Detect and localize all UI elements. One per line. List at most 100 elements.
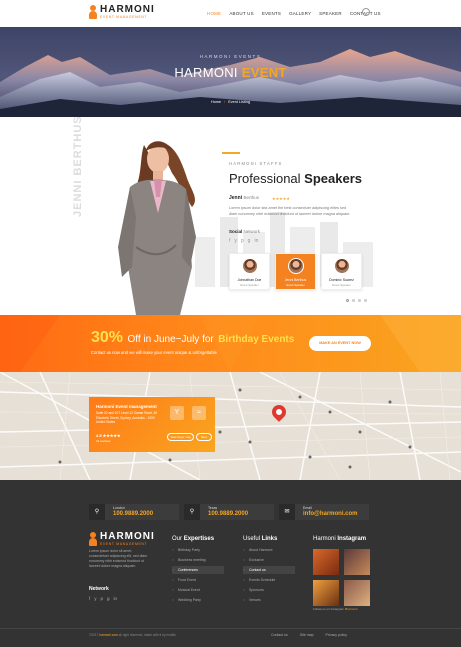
nav-about-us[interactable]: ABOUT US	[229, 11, 254, 16]
instagram-photo[interactable]	[313, 580, 339, 606]
expertise-link[interactable]: Business meeting	[172, 556, 224, 564]
linkedin-icon[interactable]: in	[114, 596, 118, 601]
speaker-card-role: Event Speaker	[240, 283, 259, 287]
nav-speaker[interactable]: SPEAKER	[319, 11, 342, 16]
main-nav: HOME ABOUT US EVENTS GALLERY SPEAKER CON…	[207, 11, 381, 16]
page-banner: HARMONI EVENTS HARMONI EVENT Home / Event …	[0, 27, 461, 117]
useful-links-heading-bold: Links	[261, 536, 278, 542]
contact-phone[interactable]: 100.9889.2000	[113, 511, 153, 517]
footer-link-privacy[interactable]: Privacy policy	[326, 633, 347, 637]
footer-logo[interactable]: HARMONI EVENT MANAGEMENT	[89, 532, 155, 547]
banner-title-prefix: HARMONI	[174, 65, 238, 80]
footer-about-text: Lorem ipsum dolor sit amet, consectetuer…	[89, 549, 148, 568]
promo-highlight: Birthday Events	[218, 334, 295, 345]
speaker-avatar	[333, 258, 350, 274]
social-label-bold: Social	[229, 229, 243, 234]
speaker-card[interactable]: Dominic Suarez Event Speaker	[321, 253, 362, 290]
speaker-avatar	[241, 258, 258, 274]
save-icon[interactable]: ≈	[192, 406, 206, 420]
featured-last-name: Berthus	[243, 195, 259, 200]
pinterest-icon[interactable]: p	[101, 596, 104, 601]
map-card-address: Suite 02 and 107 Level 12 Ocean Road, 60…	[96, 411, 158, 424]
speaker-card-active[interactable]: Jenni Berthus Event Speaker	[275, 253, 316, 290]
brand-logo[interactable]: HARMONI EVENT MANAGEMENT	[89, 5, 155, 20]
google-icon[interactable]: g	[107, 596, 110, 601]
location-icon: ⚲	[89, 504, 105, 520]
nav-gallery[interactable]: GALLERY	[289, 11, 311, 16]
speaker-social-icons: f y p g in	[229, 238, 258, 244]
location-map[interactable]	[0, 372, 461, 480]
google-icon[interactable]: g	[248, 238, 251, 244]
footer-network-heading: Network	[89, 586, 109, 592]
promo-text: Off in June~July for	[127, 334, 214, 345]
expertise-link[interactable]: Musical Event	[172, 586, 224, 594]
youtube-icon[interactable]: y	[94, 596, 96, 601]
footer-social-icons: f y p g in	[89, 596, 117, 601]
carousel-dot[interactable]	[346, 299, 349, 302]
nav-home[interactable]: HOME	[207, 11, 221, 16]
copyright-text: all right reserved, made with ♥ by mobil…	[118, 633, 176, 637]
breadcrumb-home[interactable]: Home	[211, 100, 221, 104]
save-button[interactable]: Save	[196, 433, 212, 441]
facebook-icon[interactable]: f	[229, 238, 230, 244]
instagram-heading-bold: Instagram	[337, 536, 367, 542]
nav-events[interactable]: EVENTS	[262, 11, 281, 16]
useful-link[interactable]: Sponsors	[243, 586, 295, 594]
facebook-icon[interactable]: f	[89, 596, 90, 601]
expertise-link[interactable]: Wedding Party	[172, 596, 224, 604]
directions-icon[interactable]: Y	[170, 406, 184, 420]
speakers-title-light: Professional	[229, 171, 301, 186]
map-streets	[0, 372, 461, 480]
expertise-link-active[interactable]: Conferences	[172, 566, 224, 574]
expertise-link[interactable]: Birthday Party	[172, 546, 224, 554]
promo-percent-sign: %	[108, 329, 124, 346]
expertises-heading-bold: Expertises	[183, 536, 215, 542]
expertise-link[interactable]: Food Event	[172, 576, 224, 584]
speaker-card-role: Event Speaker	[332, 283, 351, 287]
speaker-avatar	[287, 258, 304, 274]
footer-brand-tagline: EVENT MANAGEMENT	[100, 542, 148, 546]
useful-link[interactable]: About Harmoni	[243, 546, 295, 554]
useful-link[interactable]: Exclusive	[243, 556, 295, 564]
rating-stars: ★★★★★	[272, 196, 290, 201]
speakers-section: JENNI BERTHUS HARMONI STAFFS Professiona…	[0, 117, 461, 315]
instagram-photo[interactable]	[313, 549, 339, 575]
promo-headline: 30% Off in June~July for Birthday Events	[91, 329, 294, 347]
contact-phone[interactable]: 100.9889.2000	[208, 511, 248, 517]
speaker-vertical-name: JENNI BERTHUS	[72, 117, 84, 217]
speaker-card[interactable]: Johnathan Doe Event Speaker	[229, 253, 270, 290]
map-card-reviews[interactable]: 21 reviews	[96, 439, 110, 443]
copyright-year: ©2017	[89, 633, 99, 637]
expertises-list: Birthday Party Business meeting Conferen…	[172, 546, 224, 604]
contact-email-address[interactable]: info@harmoni.com	[303, 511, 358, 517]
footer-link-contact[interactable]: Contact us	[271, 633, 288, 637]
site-footer: ⚲ London 100.9889.2000 ⚲ Texas 100.9889.…	[0, 480, 461, 647]
useful-link[interactable]: Venues	[243, 596, 295, 604]
youtube-icon[interactable]: y	[234, 238, 237, 244]
instagram-caption-text: Follow us on Instagram	[313, 607, 345, 611]
carousel-dots	[346, 299, 367, 302]
pinterest-icon[interactable]: p	[241, 238, 244, 244]
carousel-dot[interactable]	[352, 299, 355, 302]
instagram-heading: Harmoni Instagram	[313, 536, 366, 542]
copyright-brand-link[interactable]: harmoni.com	[99, 633, 117, 637]
footer-link-sitemap[interactable]: Site map	[300, 633, 314, 637]
expertises-heading-light: Our	[172, 536, 183, 542]
instagram-hashtag[interactable]: #harmoni	[345, 607, 358, 611]
speaker-card-name: Johnathan Doe	[237, 278, 262, 282]
map-info-card: Harmoni Event management Suite 02 and 10…	[89, 397, 215, 452]
instagram-photo[interactable]	[344, 549, 370, 575]
make-event-button[interactable]: MAKE AN EVENT NOW	[309, 336, 371, 351]
linkedin-icon[interactable]: in	[254, 238, 258, 244]
contact-email: ✉ Email info@harmoni.com	[279, 504, 369, 520]
search-icon[interactable]	[362, 8, 370, 16]
useful-link[interactable]: Events Schedule	[243, 576, 295, 584]
carousel-dot[interactable]	[358, 299, 361, 302]
view-larger-map-button[interactable]: View larger map	[167, 433, 194, 441]
promo-subtitle: Contact us now and we will make your eve…	[91, 350, 217, 355]
brand-name: HARMONI	[100, 4, 155, 15]
instagram-photo[interactable]	[344, 580, 370, 606]
contact-label: Email	[303, 506, 312, 510]
useful-link-active[interactable]: Contact us	[243, 566, 295, 574]
carousel-dot[interactable]	[364, 299, 367, 302]
